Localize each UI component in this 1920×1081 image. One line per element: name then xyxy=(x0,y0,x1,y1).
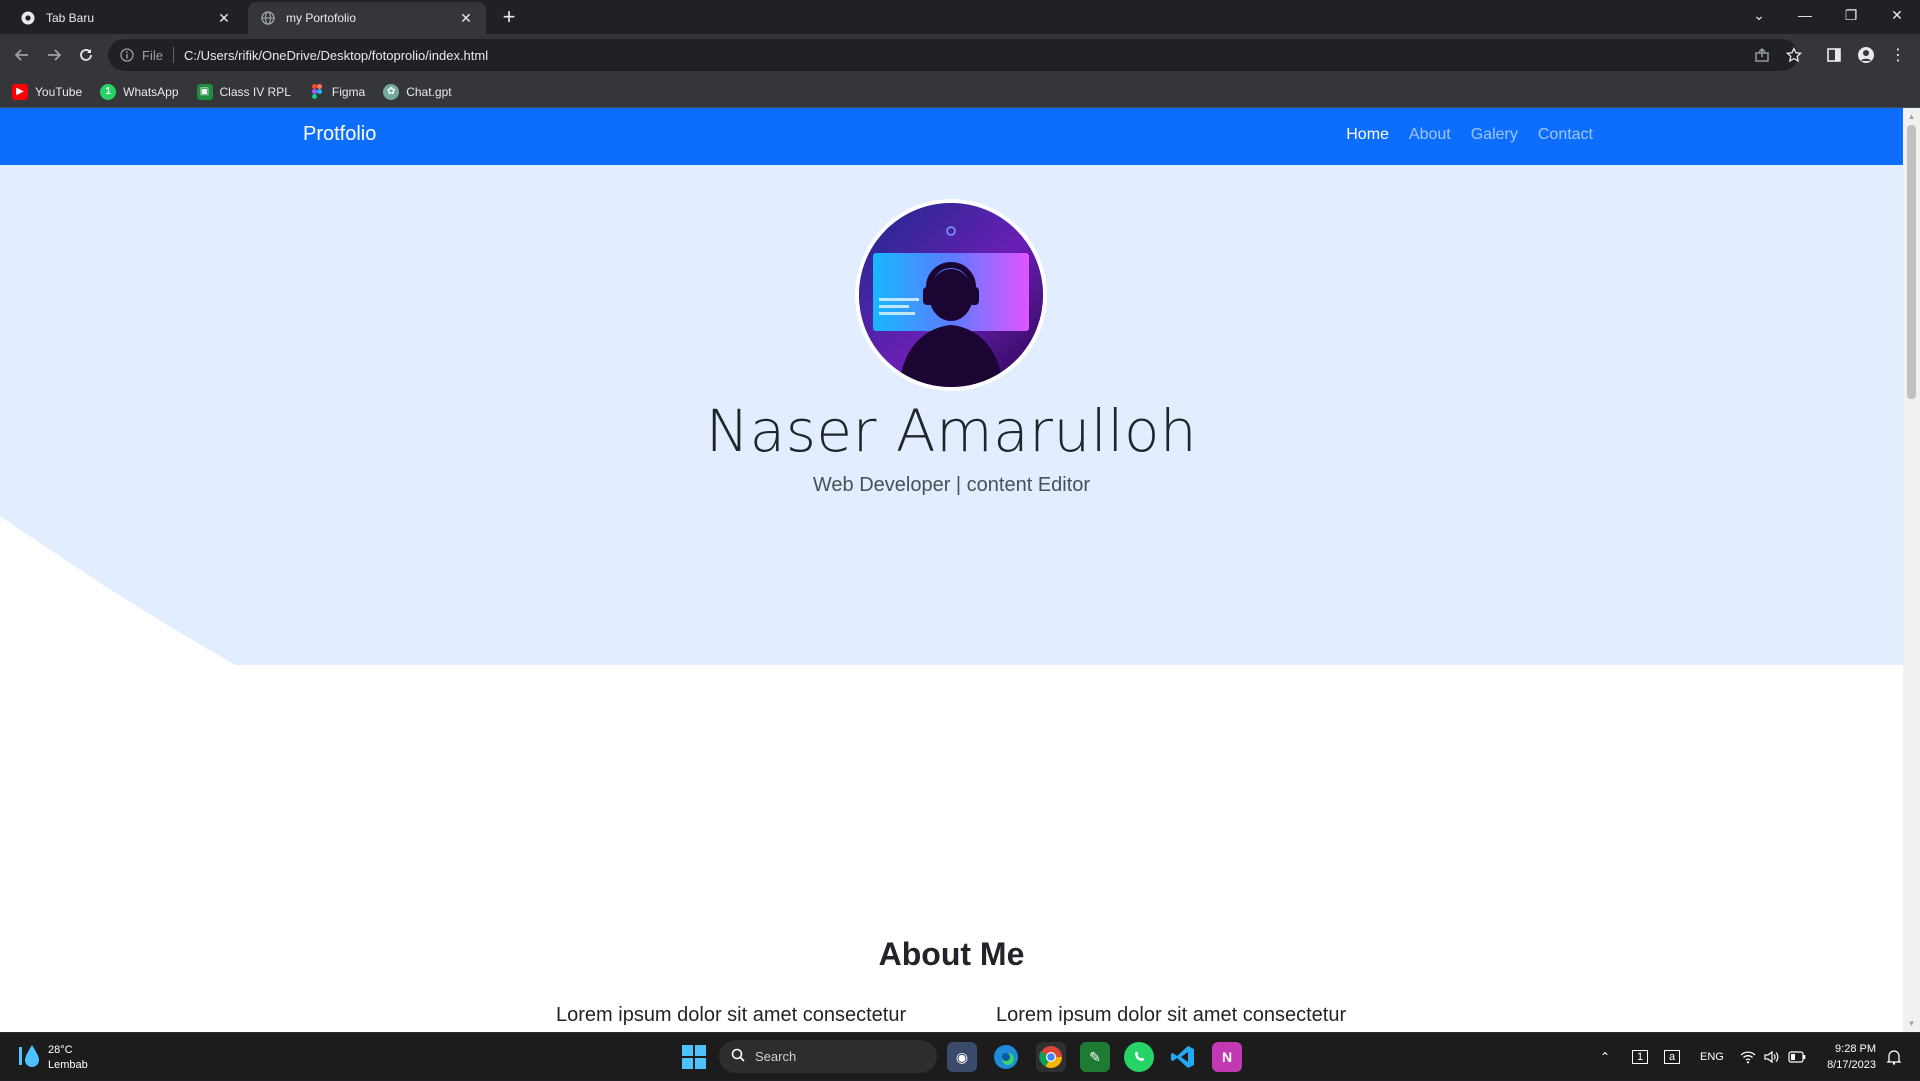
bookmark-label: Chat.gpt xyxy=(406,84,452,99)
clock-time: 9:28 PM xyxy=(1835,1043,1876,1055)
bookmark-label: WhatsApp xyxy=(123,84,179,99)
tab-my-portofolio[interactable]: my Portofolio ✕ xyxy=(248,2,486,34)
tab-title: Tab Baru xyxy=(46,11,95,25)
bookmarks-bar: ▶ YouTube 1 WhatsApp ▣ Class IV RPL Figm… xyxy=(0,76,1920,108)
profile-avatar xyxy=(855,199,1047,391)
taskbar-search[interactable]: Search xyxy=(719,1040,937,1073)
side-panel-icon[interactable] xyxy=(1822,43,1846,67)
info-icon[interactable] xyxy=(120,48,134,62)
search-icon xyxy=(731,1048,745,1065)
volume-icon[interactable] xyxy=(1764,1033,1780,1081)
minimize-button[interactable]: — xyxy=(1782,0,1828,30)
tab-strip: Tab Baru ✕ my Portofolio ✕ + ⌄ — ❐ ✕ xyxy=(0,0,1920,34)
forward-arrow-icon[interactable] xyxy=(42,43,66,67)
nav-link-contact[interactable]: Contact xyxy=(1538,126,1593,144)
page-viewport: Protfolio Home About Galery Contact Nase… xyxy=(0,108,1920,1032)
whatsapp-icon[interactable] xyxy=(1124,1042,1154,1072)
hero-tagline: Web Developer | content Editor xyxy=(812,474,1091,496)
bookmark-label: Class IV RPL xyxy=(219,84,291,99)
weather-widget[interactable]: 28°C Lembab xyxy=(18,1041,88,1074)
globe-icon xyxy=(260,10,276,26)
rain-drop-icon xyxy=(18,1041,40,1074)
figma-icon xyxy=(309,84,325,100)
onenote-app-icon[interactable]: N xyxy=(1212,1042,1242,1072)
reddit-app-icon[interactable]: ◉ xyxy=(947,1042,977,1072)
bookmark-class-iv-rpl[interactable]: ▣ Class IV RPL xyxy=(196,83,291,100)
language-indicator[interactable]: ENG xyxy=(1700,1033,1724,1081)
reload-icon[interactable] xyxy=(74,43,98,67)
tab-search-chevron-icon[interactable]: ⌄ xyxy=(1736,0,1782,30)
start-button[interactable] xyxy=(682,1045,706,1069)
site-nav-links: Home About Galery Contact xyxy=(1326,126,1593,144)
chrome-icon[interactable] xyxy=(1036,1042,1066,1072)
search-placeholder: Search xyxy=(755,1049,797,1064)
notification-bell-icon[interactable] xyxy=(1886,1033,1902,1081)
chrome-icon xyxy=(20,10,36,26)
gamer-silhouette-illustration xyxy=(859,203,1043,387)
nav-link-galery[interactable]: Galery xyxy=(1471,126,1518,144)
input-indicator-icon[interactable]: 1 xyxy=(1632,1033,1649,1081)
new-tab-button[interactable]: + xyxy=(497,6,521,30)
back-arrow-icon[interactable] xyxy=(10,43,34,67)
nav-link-about[interactable]: About xyxy=(1409,126,1451,144)
classroom-icon: ▣ xyxy=(196,83,213,100)
scroll-up-arrow-icon[interactable]: ▲ xyxy=(1903,108,1920,125)
hero-name: Naser Amarulloh xyxy=(705,397,1198,465)
url-text[interactable]: C:/Users/rifik/OneDrive/Desktop/fotoprol… xyxy=(184,48,488,63)
more-menu-icon[interactable]: ⋮ xyxy=(1886,43,1910,67)
edge-icon[interactable] xyxy=(991,1042,1021,1072)
bookmark-label: YouTube xyxy=(35,84,83,99)
windows-taskbar: 28°C Lembab Search ◉ ✎ N ⌃ 1 a ENG 9:28 … xyxy=(0,1032,1920,1080)
weather-condition: Lembab xyxy=(48,1058,88,1071)
bookmark-figma[interactable]: Figma xyxy=(309,84,365,100)
amazon-app-icon[interactable]: a xyxy=(1664,1033,1681,1081)
close-icon[interactable]: ✕ xyxy=(458,10,474,26)
clock-date: 8/17/2023 xyxy=(1827,1059,1876,1071)
bookmark-star-icon[interactable] xyxy=(1782,43,1806,67)
close-icon[interactable]: ✕ xyxy=(216,10,232,26)
bookmark-youtube[interactable]: ▶ YouTube xyxy=(12,83,83,100)
about-heading: About Me xyxy=(878,936,1025,972)
site-brand[interactable]: Protfolio xyxy=(303,123,376,146)
url-scheme-label: File xyxy=(142,47,163,63)
share-icon[interactable] xyxy=(1750,43,1774,67)
profile-avatar-icon[interactable] xyxy=(1854,43,1878,67)
vscode-icon[interactable] xyxy=(1168,1042,1198,1072)
weather-temperature: 28°C xyxy=(48,1043,73,1056)
tab-title: my Portofolio xyxy=(286,11,357,25)
show-hidden-icons-chevron-icon[interactable]: ⌃ xyxy=(1600,1033,1610,1081)
whatsapp-icon: 1 xyxy=(100,83,117,100)
bookmark-whatsapp[interactable]: 1 WhatsApp xyxy=(100,83,179,100)
about-paragraph-right: Lorem ipsum dolor sit amet consectetur xyxy=(996,1004,1347,1026)
about-paragraph-left: Lorem ipsum dolor sit amet consectetur xyxy=(556,1004,907,1026)
bookmark-label: Figma xyxy=(331,84,366,99)
restore-button[interactable]: ❐ xyxy=(1828,0,1874,30)
address-bar[interactable]: File C:/Users/rifik/OneDrive/Desktop/fot… xyxy=(108,39,1798,71)
browser-toolbar: File C:/Users/rifik/OneDrive/Desktop/fot… xyxy=(0,34,1920,76)
notepad-app-icon[interactable]: ✎ xyxy=(1080,1042,1110,1072)
chatgpt-icon: ✿ xyxy=(383,83,400,100)
nav-link-home[interactable]: Home xyxy=(1346,126,1389,144)
wifi-icon[interactable] xyxy=(1740,1033,1756,1081)
site-navbar: Protfolio Home About Galery Contact xyxy=(0,108,1903,165)
battery-icon[interactable] xyxy=(1788,1033,1806,1081)
page-scrollbar[interactable]: ▲ ▼ xyxy=(1903,108,1920,1032)
window-close-button[interactable]: ✕ xyxy=(1874,0,1920,30)
bookmark-chatgpt[interactable]: ✿ Chat.gpt xyxy=(383,83,452,100)
tab-new-tab[interactable]: Tab Baru ✕ xyxy=(8,2,244,34)
system-clock[interactable]: 9:28 PM 8/17/2023 xyxy=(1827,1041,1876,1073)
divider xyxy=(172,47,174,63)
scrollbar-thumb[interactable] xyxy=(1907,125,1916,399)
youtube-icon: ▶ xyxy=(12,83,28,100)
scroll-down-arrow-icon[interactable]: ▼ xyxy=(1903,1015,1920,1032)
